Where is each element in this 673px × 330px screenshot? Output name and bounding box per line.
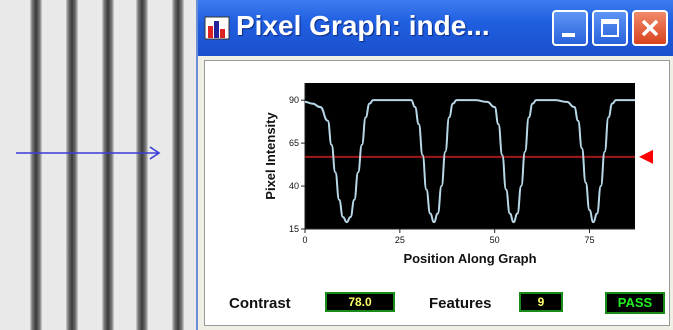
bar-chart-icon	[204, 16, 230, 40]
maximize-icon	[601, 19, 619, 37]
x-tick-label: 75	[584, 235, 594, 245]
pixel-graph-window: Pixel Graph: inde... 0 25 50 75 15 40 65…	[196, 0, 673, 330]
features-value: 9	[519, 292, 563, 312]
window-title: Pixel Graph: inde...	[236, 10, 490, 41]
y-tick-label: 15	[289, 224, 299, 234]
pass-badge: PASS	[605, 292, 665, 314]
threshold-marker[interactable]	[639, 149, 653, 164]
maximize-button[interactable]	[592, 10, 628, 46]
arrow-right-icon[interactable]	[0, 0, 196, 330]
close-button[interactable]	[632, 10, 668, 46]
x-axis-title: Position Along Graph	[403, 251, 536, 266]
camera-image	[0, 0, 196, 330]
minimize-icon	[562, 33, 575, 37]
y-tick-label: 65	[289, 138, 299, 148]
minimize-button[interactable]	[552, 10, 588, 46]
x-tick-label: 50	[490, 235, 500, 245]
x-tick-label: 0	[302, 235, 307, 245]
title-bar[interactable]: Pixel Graph: inde...	[198, 0, 673, 56]
graph-panel: 0 25 50 75 15 40 65 90 Position Along Graph Pix…	[204, 60, 670, 326]
contrast-value: 78.0	[325, 292, 395, 312]
y-tick-label: 40	[289, 181, 299, 191]
contrast-label: Contrast	[229, 295, 291, 312]
x-tick-label: 25	[395, 235, 405, 245]
y-tick-label: 90	[289, 95, 299, 105]
pixel-graph: 0 25 50 75 15 40 65 90 Position Along Graph Pix…	[263, 83, 653, 266]
features-label: Features	[429, 295, 492, 312]
close-icon	[641, 19, 659, 37]
y-axis-title: Pixel Intensity	[263, 112, 278, 200]
